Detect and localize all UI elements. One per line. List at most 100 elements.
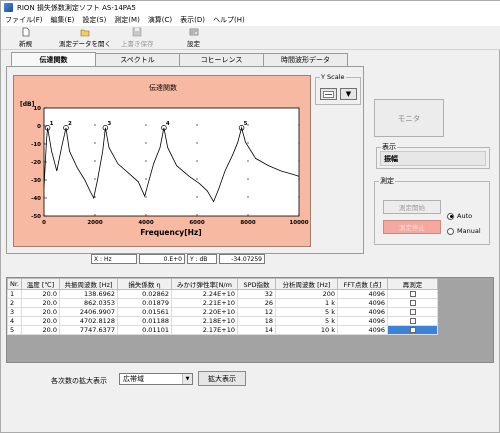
x-axis-label: Frequency[Hz] (140, 228, 201, 237)
tab-time-waveform[interactable]: 時間波形データ (263, 53, 348, 66)
new-file-icon (22, 27, 29, 37)
col-modulus[interactable]: みかけ弾性率[N/m (171, 278, 238, 290)
app-window: RION 損失係数測定ソフト AS-14PA5 ファイル(F) 編集(E) 設定… (0, 0, 500, 433)
open-data-button[interactable]: 測定データを開く (59, 27, 111, 49)
remeasure-cell (387, 289, 438, 299)
menu-edit[interactable]: 編集(E) (51, 15, 75, 25)
radio-unselected-icon (447, 227, 454, 235)
tab-transfer-function[interactable]: 伝達関数 (11, 52, 96, 66)
triangle-down-icon: ▼ (345, 90, 352, 98)
start-measure-button[interactable]: 測定開始 (383, 200, 441, 214)
table-row[interactable]: 1 20.0 138.6962 0.02862 2.24E+10 32 200 … (7, 289, 438, 299)
expand-view-button[interactable]: 拡大表示 (198, 371, 246, 386)
chevron-down-icon: ▼ (182, 374, 192, 384)
remeasure-cell (387, 316, 438, 326)
zoom-order-select[interactable]: 広帯域 ▼ (119, 373, 193, 385)
new-button[interactable]: 新規 (19, 27, 32, 49)
remeasure-cell (387, 325, 438, 335)
stop-measure-button[interactable]: 測定停止 (383, 220, 441, 234)
y-tick-label: -50 (31, 214, 41, 220)
display-group: 表示 振幅 (376, 142, 490, 169)
radio-selected-icon (447, 212, 454, 220)
app-icon (4, 3, 13, 12)
peak-label: 4 (166, 121, 170, 127)
y-unit-readout: Y : dB (187, 254, 217, 264)
peak-label: 3 (107, 121, 111, 127)
table-header-row: Nr. 温度 [℃] 共振周波数 [Hz] 損失係数 η みかけ弾性率[N/m … (7, 278, 438, 290)
x-value-readout: 0.E+0 (139, 254, 185, 264)
y-scale-dropdown-button[interactable]: ▼ (340, 88, 357, 100)
menu-file[interactable]: ファイル(F) (5, 15, 43, 25)
peak-label: 2 (68, 121, 72, 127)
display-mode-value: 振幅 (380, 151, 486, 166)
tab-coherence[interactable]: コヒーレンス (179, 53, 264, 66)
remeasure-checkbox[interactable] (409, 291, 416, 297)
peak-label: 1 (50, 121, 54, 127)
x-tick-label: 0 (42, 220, 46, 226)
plot-area (43, 107, 300, 217)
menu-calc[interactable]: 演算(C) (148, 15, 172, 25)
table-row[interactable]: 3 20.0 2406.9907 0.01561 2.20E+10 12 5 k… (7, 307, 438, 317)
x-tick-label: 2000 (87, 220, 102, 226)
y-scale-title: Y Scale (320, 73, 346, 81)
y-tick-label: -10 (31, 142, 41, 148)
y-tick-label: 0 (37, 124, 41, 130)
y-scale-group: Y Scale ▼ (315, 73, 361, 105)
window-title: RION 損失係数測定ソフト AS-14PA5 (17, 3, 136, 12)
col-analysis-freq[interactable]: 分析周波数 [Hz] (275, 278, 338, 290)
chart-svg: 伝達関数 [dB] Frequency[Hz] 100-10-20-30-40-… (20, 83, 309, 237)
measure-group: 測定 測定開始 測定停止 Auto Manual (374, 176, 490, 245)
title-bar: RION 損失係数測定ソフト AS-14PA5 (1, 1, 500, 14)
y-scale-zoom-button[interactable] (320, 88, 337, 100)
auto-radio[interactable]: Auto (447, 212, 472, 220)
x-tick-label: 6000 (189, 220, 204, 226)
col-temp[interactable]: 温度 [℃] (21, 278, 60, 290)
remeasure-checkbox[interactable] (409, 309, 416, 315)
y-value-readout: -34.07259 (219, 254, 265, 264)
table-row[interactable]: 2 20.0 862.0353 0.01879 2.21E+10 26 1 k … (7, 298, 438, 308)
menu-bar: ファイル(F) 編集(E) 設定(S) 測定(M) 演算(C) 表示(D) ヘル… (1, 14, 500, 26)
col-spd[interactable]: SPD指数 (237, 278, 276, 290)
menu-settings[interactable]: 設定(S) (82, 15, 106, 25)
col-remeasure[interactable]: 再測定 (387, 278, 438, 290)
peak-label: 5 (244, 121, 248, 127)
overwrite-save-button[interactable]: 上書き保存 (121, 27, 154, 49)
col-nr[interactable]: Nr. (7, 278, 22, 290)
save-icon (132, 27, 142, 37)
col-fft-points[interactable]: FFT点数 [点] (337, 278, 388, 290)
remeasure-checkbox[interactable] (409, 300, 416, 306)
x-unit-readout: X : Hz (91, 254, 137, 264)
transfer-function-chart: 伝達関数 [dB] Frequency[Hz] 10 0 -10 -20 -30 -40-… (13, 75, 311, 247)
x-tick-label: 8000 (240, 220, 255, 226)
measure-group-title: 測定 (379, 176, 395, 186)
y-tick-label: -20 (31, 160, 41, 166)
open-folder-icon (80, 29, 90, 37)
toolbar: 新規 測定データを開く 上書き保存 設定 (1, 26, 500, 50)
y-tick-label: -30 (31, 178, 41, 184)
remeasure-checkbox[interactable] (409, 327, 416, 333)
col-resonance[interactable]: 共振周波数 [Hz] (59, 278, 118, 290)
y-tick-label: 10 (33, 106, 41, 112)
tab-spectrum[interactable]: スペクトル (95, 53, 180, 66)
monitor-button[interactable]: モニタ (374, 99, 444, 137)
remeasure-cell (387, 307, 438, 317)
zoom-order-label: 各次数の拡大表示 (51, 377, 107, 385)
chart-title: 伝達関数 (149, 83, 177, 92)
menu-measure[interactable]: 測定(M) (114, 15, 140, 25)
x-tick-label: 4000 (138, 220, 153, 226)
y-tick-label: -40 (31, 196, 41, 202)
settings-icon (189, 28, 198, 36)
results-table-container: Nr. 温度 [℃] 共振周波数 [Hz] 損失係数 η みかけ弾性率[N/m … (6, 277, 494, 363)
remeasure-cell (387, 298, 438, 308)
results-table: Nr. 温度 [℃] 共振周波数 [Hz] 損失係数 η みかけ弾性率[N/m … (7, 278, 438, 335)
zoom-scale-icon (323, 90, 334, 98)
col-loss-factor[interactable]: 損失係数 η (117, 278, 172, 290)
remeasure-checkbox[interactable] (409, 318, 416, 324)
table-row[interactable]: 5 20.0 7747.6377 0.01101 2.17E+10 14 10 … (7, 325, 438, 335)
manual-radio[interactable]: Manual (447, 227, 481, 235)
settings-button[interactable]: 設定 (187, 27, 200, 49)
menu-help[interactable]: ヘルプ(H) (213, 15, 245, 25)
x-tick-label: 10000 (289, 220, 308, 226)
menu-display[interactable]: 表示(D) (180, 15, 205, 25)
table-row[interactable]: 4 20.0 4702.8128 0.01188 2.18E+10 18 5 k… (7, 316, 438, 326)
